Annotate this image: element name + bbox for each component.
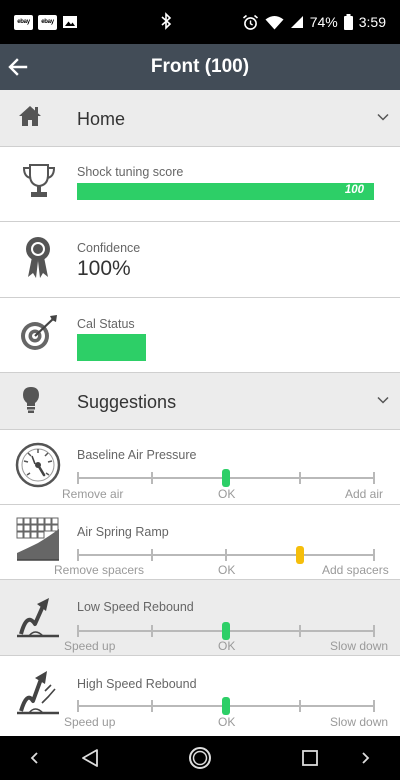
shock-score-row: Shock tuning score 100 [0, 147, 400, 222]
slider-right-label: Add spacers [322, 563, 389, 577]
system-nav-bar [0, 736, 400, 780]
slider-thumb[interactable] [222, 469, 230, 487]
app-bar: Front (100) [0, 44, 400, 90]
slider-tick [151, 472, 153, 484]
suggestion-title: Air Spring Ramp [77, 525, 169, 539]
trophy-icon [22, 164, 56, 197]
suggestion-slider[interactable] [77, 621, 375, 641]
shock-score-bar: 100 [77, 183, 374, 200]
pressure-gauge-icon [15, 442, 61, 488]
slider-thumb[interactable] [222, 622, 230, 640]
shock-score-label: Shock tuning score [77, 165, 184, 179]
slider-tick [151, 625, 153, 637]
suggestions-section-header[interactable]: Suggestions [0, 373, 400, 430]
cal-status-indicator [77, 334, 146, 361]
suggestion-row: Low Speed Rebound Speed up OK Slow down [0, 580, 400, 656]
status-bar: ebay ebay 74% 3:59 [0, 0, 400, 44]
battery-icon [343, 14, 353, 30]
lightbulb-icon [23, 387, 39, 413]
suggestion-row: Air Spring Ramp Remove spacers OK Add sp… [0, 505, 400, 580]
suggestion-title: Low Speed Rebound [77, 600, 194, 614]
slider-tick [77, 625, 79, 637]
slider-thumb[interactable] [222, 697, 230, 715]
home-circle-icon[interactable] [188, 746, 212, 770]
slider-tick [77, 472, 79, 484]
confidence-row: Confidence 100% [0, 222, 400, 298]
slider-mid-label: OK [218, 639, 236, 653]
suggestion-slider[interactable] [77, 545, 375, 565]
slider-right-label: Slow down [330, 715, 389, 729]
slider-left-label: Speed up [64, 639, 116, 653]
slider-left-label: Remove air [62, 487, 124, 501]
slider-tick [373, 700, 375, 712]
slider-tick [151, 549, 153, 561]
slider-left-label: Speed up [64, 715, 116, 729]
slider-tick [299, 700, 301, 712]
ribbon-award-icon [26, 237, 50, 278]
confidence-label: Confidence [77, 241, 141, 255]
slider-mid-label: OK [218, 563, 236, 577]
slider-tick [373, 549, 375, 561]
slider-tick [299, 625, 301, 637]
ebay-notification-icon: ebay [38, 14, 57, 30]
battery-percent: 74% [309, 14, 338, 30]
suggestion-row: High Speed Rebound Speed up OK Slow down [0, 656, 400, 736]
low-speed-rebound-icon [17, 598, 59, 638]
image-icon [63, 16, 77, 28]
slider-tick [373, 625, 375, 637]
suggestion-title: High Speed Rebound [77, 677, 197, 691]
bluetooth-icon [161, 12, 172, 30]
signal-icon [290, 16, 303, 28]
slider-mid-label: OK [218, 487, 236, 501]
slider-right-label: Slow down [330, 639, 389, 653]
wifi-icon [265, 15, 284, 29]
confidence-value: 100% [77, 257, 131, 280]
alarm-icon [242, 14, 258, 30]
slider-right-label: Add air [345, 487, 384, 501]
chevron-down-icon[interactable] [376, 110, 390, 124]
suggestion-row: Baseline Air Pressure Remove air OK Add … [0, 430, 400, 505]
slider-tick [373, 472, 375, 484]
nav-left-icon[interactable] [30, 751, 40, 765]
cal-status-row: Cal Status [0, 298, 400, 373]
chevron-down-icon[interactable] [376, 393, 390, 407]
home-section-title: Home [77, 109, 126, 129]
home-section-header[interactable]: Home [0, 90, 400, 147]
suggestion-slider[interactable] [77, 696, 375, 716]
page-title: Front (100) [150, 56, 250, 77]
back-triangle-icon[interactable] [80, 748, 100, 768]
slider-tick [151, 700, 153, 712]
target-icon [21, 315, 57, 350]
slider-tick [225, 549, 227, 561]
high-speed-rebound-icon [17, 671, 59, 715]
suggestions-section-title: Suggestions [77, 392, 177, 412]
slider-tick [77, 549, 79, 561]
ebay-notification-icon: ebay [14, 14, 33, 30]
suggestion-slider[interactable] [77, 468, 375, 488]
shock-score-value: 100 [344, 184, 364, 196]
slider-tick [299, 472, 301, 484]
cal-status-label: Cal Status [77, 317, 135, 331]
house-icon [19, 106, 41, 126]
nav-right-icon[interactable] [360, 751, 370, 765]
recents-square-icon[interactable] [301, 749, 319, 767]
slider-left-label: Remove spacers [54, 563, 145, 577]
clock: 3:59 [358, 14, 386, 30]
slider-mid-label: OK [218, 715, 236, 729]
slider-thumb[interactable] [296, 546, 304, 564]
notification-icons: ebay ebay [14, 14, 78, 30]
suggestion-title: Baseline Air Pressure [77, 448, 197, 462]
spring-ramp-icon [16, 517, 59, 561]
back-arrow-icon[interactable] [6, 55, 30, 79]
slider-tick [77, 700, 79, 712]
